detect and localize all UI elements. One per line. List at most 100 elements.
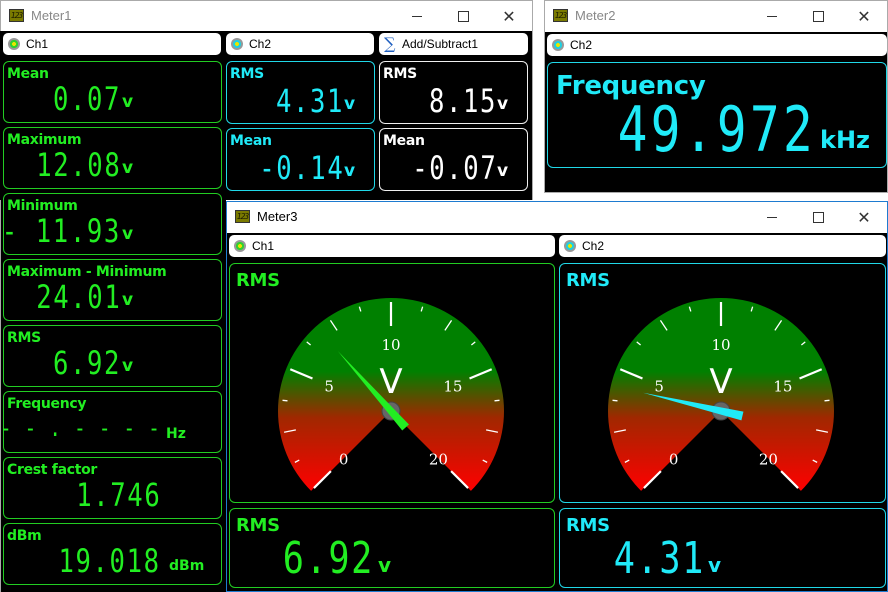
readout-ch1-dbm: dBm 19.018 dBm [3, 523, 222, 585]
readout-value: 6.92 [52, 344, 121, 382]
readout-label: RMS [230, 66, 264, 82]
tab-label: Add/Subtract1 [402, 37, 479, 51]
sigma-icon: ∑ [384, 34, 396, 53]
gauge-panel-ch2: RMS 0 5 10 15 20 V [559, 263, 886, 503]
tab-add-subtract1[interactable]: ∑ Add/Subtract1 [379, 33, 528, 55]
minimize-button[interactable] [394, 1, 440, 32]
readout-unit: dBm [169, 558, 205, 574]
tab-ch1[interactable]: Ch1 [3, 33, 221, 55]
close-button[interactable]: ✕ [841, 1, 887, 32]
readout-unit: Hz [166, 426, 186, 442]
readout-value: 4.31 [613, 533, 705, 584]
gauge-tick-label: 20 [429, 450, 448, 468]
gauge-tick-label: 5 [654, 377, 664, 395]
readout-unit: v [122, 158, 134, 178]
readout-value: 1.746 [75, 476, 161, 514]
gauge-tick-label: 10 [381, 336, 400, 354]
meter-app-icon: 123 [235, 210, 250, 223]
meter2-window: 123 Meter2 ✕ Ch2 Frequency 49.972 kHz [544, 0, 888, 193]
readout-unit: v [497, 161, 509, 181]
gauge-ch2: 0 5 10 15 20 V [608, 298, 834, 491]
gauge-tick-label: 0 [669, 450, 679, 468]
tab-label: Ch1 [252, 239, 275, 253]
readout-value: 6.92 [282, 533, 374, 584]
readout-label: RMS [236, 515, 280, 536]
readout-value: - - - - . - - - - [0, 414, 161, 442]
readout-unit: v [122, 92, 134, 112]
tab-ch2[interactable]: Ch2 [226, 33, 374, 55]
gauge-tick-label: 0 [339, 450, 349, 468]
readout-value: -0.14 [258, 149, 344, 187]
readout-ch1-crest-factor: Crest factor 1.746 [3, 457, 222, 519]
readout-ch2-mean: Mean -0.14 v [226, 128, 375, 191]
readout-label: dBm [7, 528, 42, 544]
readout-unit: kHz [820, 126, 871, 154]
close-button[interactable]: ✕ [841, 202, 887, 233]
window-title: Meter3 [257, 209, 298, 224]
window-title: Meter2 [575, 8, 616, 23]
tab-ch2[interactable]: Ch2 [547, 34, 887, 56]
channel-dot-green-icon [234, 240, 246, 252]
tab-label: Ch2 [570, 38, 593, 52]
readout-label: Mean [383, 133, 425, 149]
readout-label: RMS [7, 330, 41, 346]
readout-ch2-rms: RMS 4.31 v [559, 508, 886, 588]
readout-ch1-minimum: Minimum - 11.93 v [2, 193, 222, 255]
readout-label: Frequency [7, 396, 87, 412]
readout-addsub-mean: Mean -0.07 v [379, 128, 528, 191]
readout-value: -0.07 [411, 149, 497, 187]
readout-ch1-mean: Mean 0.07 v [3, 61, 222, 123]
minimize-button[interactable] [749, 1, 795, 32]
meter1-titlebar[interactable]: 123 Meter1 ✕ [1, 1, 532, 32]
readout-label: Mean [230, 133, 272, 149]
readout-value: 19.018 [58, 542, 161, 580]
tab-label: Ch2 [249, 37, 272, 51]
readout-value: 24.01 [35, 278, 121, 316]
readout-unit: v [708, 553, 722, 577]
readout-value: 12.08 [35, 146, 121, 184]
tab-label: Ch1 [26, 37, 49, 51]
gauge-tick-label: 15 [773, 377, 792, 395]
readout-unit: v [122, 356, 134, 376]
readout-unit: v [344, 94, 356, 114]
gauge-unit: V [379, 362, 402, 402]
readout-value: 4.31 [275, 82, 344, 120]
close-button[interactable]: ✕ [486, 1, 532, 32]
readout-ch1-rms: RMS 6.92 v [3, 325, 222, 387]
readout-frequency: Frequency 49.972 kHz [547, 62, 887, 168]
channel-dot-cyan-icon [552, 39, 564, 51]
tab-ch2[interactable]: Ch2 [559, 235, 886, 257]
window-title: Meter1 [31, 8, 72, 23]
readout-label: RMS [566, 515, 610, 536]
readout-unit: v [344, 161, 356, 181]
readout-ch1-maximum: Maximum 12.08 v [3, 127, 222, 189]
readout-label: RMS [383, 66, 417, 82]
tab-label: Ch2 [582, 239, 605, 253]
meter3-titlebar[interactable]: 123 Meter3 ✕ [227, 202, 887, 233]
readout-ch1-maximum-minimum: Maximum - Minimum 24.01 v [3, 259, 222, 321]
readout-value: 8.15 [428, 82, 497, 120]
meter-app-icon: 123 [9, 9, 24, 22]
gauge-tick-label: 15 [443, 377, 462, 395]
maximize-button[interactable] [440, 1, 486, 32]
meter3-window: 123 Meter3 ✕ Ch1 Ch2 RMS 0 5 10 15 20 V RMS 0… [226, 201, 888, 592]
maximize-button[interactable] [795, 1, 841, 32]
maximize-button[interactable] [795, 202, 841, 233]
readout-unit: v [122, 290, 134, 310]
gauge-panel-ch1: RMS 0 5 10 15 20 V [229, 263, 555, 503]
meter2-titlebar[interactable]: 123 Meter2 ✕ [545, 1, 887, 32]
channel-dot-cyan-icon [564, 240, 576, 252]
gauge-tick-label: 20 [759, 450, 778, 468]
readout-unit: v [378, 553, 392, 577]
gauge-tick-label: 10 [711, 336, 730, 354]
gauge-ch1: 0 5 10 15 20 V [278, 298, 504, 491]
gauge-tick-label: 5 [324, 377, 334, 395]
minimize-button[interactable] [749, 202, 795, 233]
tab-ch1[interactable]: Ch1 [229, 235, 555, 257]
readout-label: Mean [7, 66, 49, 82]
channel-dot-green-icon [8, 38, 20, 50]
readout-unit: v [122, 224, 134, 244]
channel-dot-cyan-icon [231, 38, 243, 50]
readout-value: 0.07 [52, 80, 121, 118]
gauge-unit: V [709, 362, 732, 402]
